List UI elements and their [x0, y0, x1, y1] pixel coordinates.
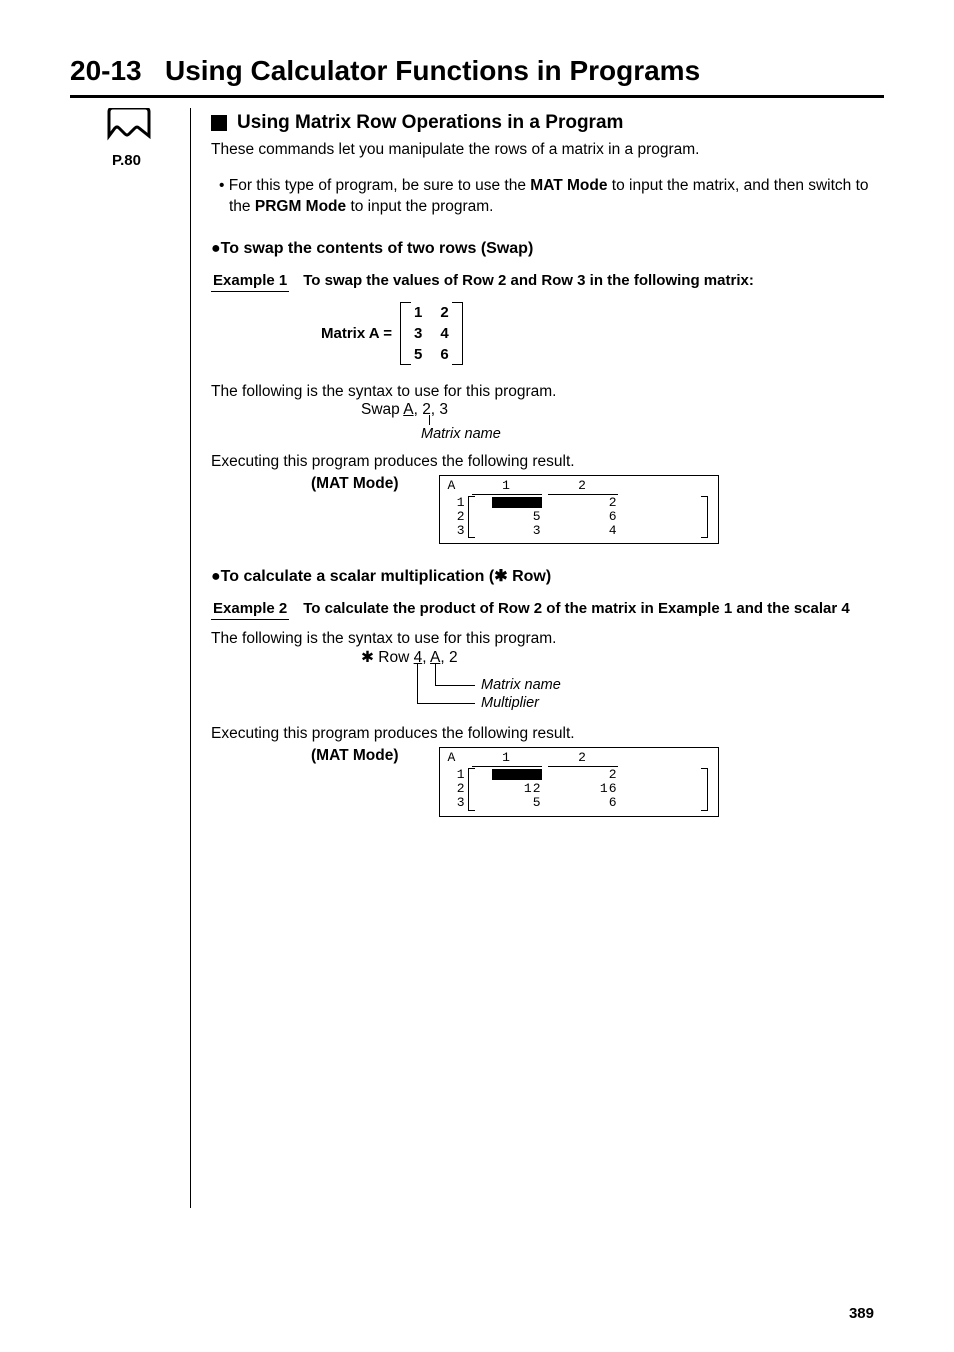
row-idx: 1 — [448, 496, 466, 510]
scalar-syntax-lead: The following is the syntax to use for t… — [211, 630, 884, 648]
scalar-result: (MAT Mode) A 1 2 1 2 — [211, 747, 884, 816]
scalar-code: ✱ Row 4, A, 2 — [361, 648, 884, 667]
example-2-label: Example 2 — [211, 600, 289, 620]
bookmark-icon — [105, 108, 153, 150]
cell: 6 — [440, 346, 448, 363]
chapter-number: 20-13 — [70, 55, 142, 86]
row-idx: 3 — [448, 796, 466, 810]
matrix-bracket: 1 2 3 4 5 6 — [400, 302, 463, 365]
cell-highlighted — [466, 768, 542, 782]
page: 20-13 Using Calculator Functions in Prog… — [0, 0, 954, 1352]
cell: 2 — [542, 768, 618, 782]
calc-letter: A — [448, 479, 466, 494]
intro-paragraph: These commands let you manipulate the ro… — [211, 140, 884, 161]
cell: 3 — [466, 524, 542, 538]
example-2: Example 2 To calculate the product of Ro… — [211, 600, 884, 620]
col-head: 2 — [548, 751, 618, 766]
row-idx: 2 — [448, 782, 466, 796]
rule — [70, 95, 884, 98]
mat-mode-label: (MAT Mode) — [311, 475, 399, 493]
col-head: 1 — [472, 751, 542, 766]
swap-result: (MAT Mode) A 1 2 1 2 — [211, 475, 884, 544]
two-column-layout: P.80 Using Matrix Row Operations in a Pr… — [70, 108, 884, 1208]
cell: 4 — [440, 325, 448, 342]
margin-column: P.80 — [70, 108, 190, 1208]
swap-subheading: ●To swap the contents of two rows (Swap) — [211, 240, 884, 258]
content-column: Using Matrix Row Operations in a Program… — [190, 108, 884, 1208]
example-1-text: To swap the values of Row 2 and Row 3 in… — [303, 272, 884, 292]
calc-screen-2: A 1 2 1 2 2 12 16 — [439, 747, 719, 816]
calc-screen-1: A 1 2 1 2 2 5 6 — [439, 475, 719, 544]
cell: 1 — [414, 304, 422, 321]
swap-syntax-lead: The following is the syntax to use for t… — [211, 383, 884, 401]
row-idx: 1 — [448, 768, 466, 782]
cell-highlighted — [466, 496, 542, 510]
multiplier-annot: Multiplier — [481, 695, 539, 711]
chapter-title: Using Calculator Functions in Programs — [165, 55, 700, 86]
page-reference: P.80 — [112, 152, 190, 169]
cell: 5 — [466, 796, 542, 810]
cell: 6 — [542, 796, 618, 810]
scalar-annotation: Matrix name Multiplier — [411, 667, 884, 721]
cell: 16 — [542, 782, 618, 796]
example-1-label: Example 1 — [211, 272, 289, 292]
matrix-a: Matrix A = 1 2 3 4 5 6 — [321, 302, 884, 365]
cell: 4 — [542, 524, 618, 538]
cell: 5 — [414, 346, 422, 363]
cell: 6 — [542, 510, 618, 524]
example-1: Example 1 To swap the values of Row 2 an… — [211, 272, 884, 292]
swap-result-lead: Executing this program produces the foll… — [211, 453, 884, 471]
cell: 3 — [414, 325, 422, 342]
cell: 2 — [542, 496, 618, 510]
cursor-highlight-icon — [492, 497, 542, 508]
example-2-text: To calculate the product of Row 2 of the… — [303, 600, 884, 620]
matrix-name-annot: Matrix name — [421, 426, 501, 442]
row-idx: 3 — [448, 524, 466, 538]
page-number: 389 — [849, 1305, 874, 1322]
cell: 12 — [466, 782, 542, 796]
matrix-a-label: Matrix A = — [321, 325, 392, 342]
calc-letter: A — [448, 751, 466, 766]
matrix-name-annot: Matrix name — [481, 677, 561, 693]
section-heading: Using Matrix Row Operations in a Program — [211, 112, 884, 134]
scalar-result-lead: Executing this program produces the foll… — [211, 725, 884, 743]
cell: 2 — [440, 304, 448, 321]
cursor-highlight-icon — [492, 769, 542, 780]
mat-mode-label: (MAT Mode) — [311, 747, 399, 765]
chapter-heading: 20-13 Using Calculator Functions in Prog… — [70, 55, 884, 87]
swap-annotation: Matrix name — [421, 419, 884, 443]
scalar-subheading: ●To calculate a scalar multiplication (✱… — [211, 566, 884, 586]
row-idx: 2 — [448, 510, 466, 524]
section-title: Using Matrix Row Operations in a Program — [237, 112, 623, 134]
swap-code: Swap A, 2, 3 — [361, 401, 884, 419]
cell: 5 — [466, 510, 542, 524]
col-head: 1 — [472, 479, 542, 494]
note-bullet: • For this type of program, be sure to u… — [211, 176, 884, 218]
square-bullet-icon — [211, 115, 227, 131]
col-head: 2 — [548, 479, 618, 494]
matrix-grid: 1 2 3 4 5 6 — [414, 304, 449, 363]
